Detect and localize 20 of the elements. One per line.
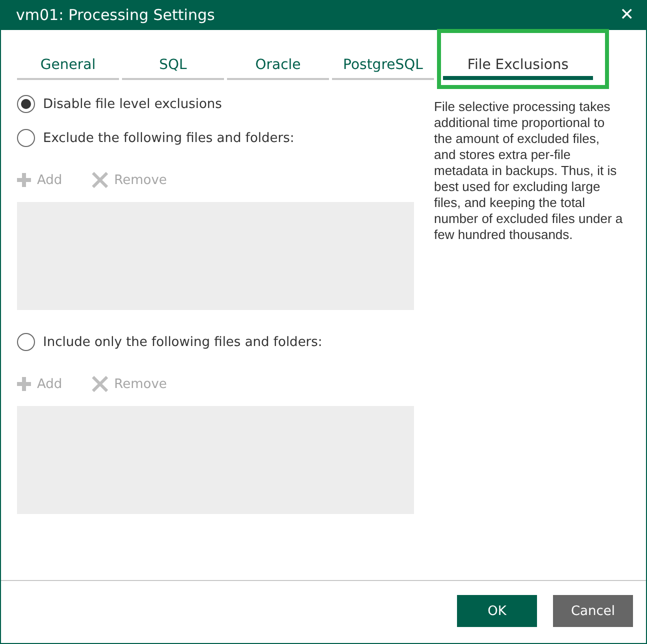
plus-icon	[17, 377, 31, 391]
close-icon	[92, 172, 108, 188]
ok-button[interactable]: OK	[457, 595, 537, 627]
radio-button[interactable]	[17, 333, 35, 351]
tab[interactable]: General	[17, 48, 119, 80]
cancel-button[interactable]: Cancel	[553, 595, 633, 627]
close-icon	[92, 376, 108, 392]
plus-icon	[17, 173, 31, 187]
radio-option[interactable]: Include only the following files and folders:	[17, 332, 414, 352]
radio-button[interactable]	[17, 95, 35, 113]
tab[interactable]: File Exclusions	[443, 48, 593, 80]
tab[interactable]: PostgreSQL	[332, 48, 434, 80]
tab[interactable]: Oracle	[227, 48, 329, 80]
help-text: File selective processing takes additional time proportional to the amount of excluded files, and stores extra per-file metadata in backups. Thus, it is best used for excluding large files, and keeping the total number of excluded files under a few hundred thousands.	[434, 99, 624, 243]
radio-option[interactable]: Exclude the following files and folders:	[17, 128, 414, 148]
close-button[interactable]: ✕	[618, 5, 636, 25]
radio-option[interactable]: Disable file level exclusions	[17, 94, 414, 114]
tab[interactable]: SQL	[122, 48, 224, 80]
window-title: vm01: Processing Settings	[16, 6, 215, 24]
radio-button[interactable]	[17, 129, 35, 147]
